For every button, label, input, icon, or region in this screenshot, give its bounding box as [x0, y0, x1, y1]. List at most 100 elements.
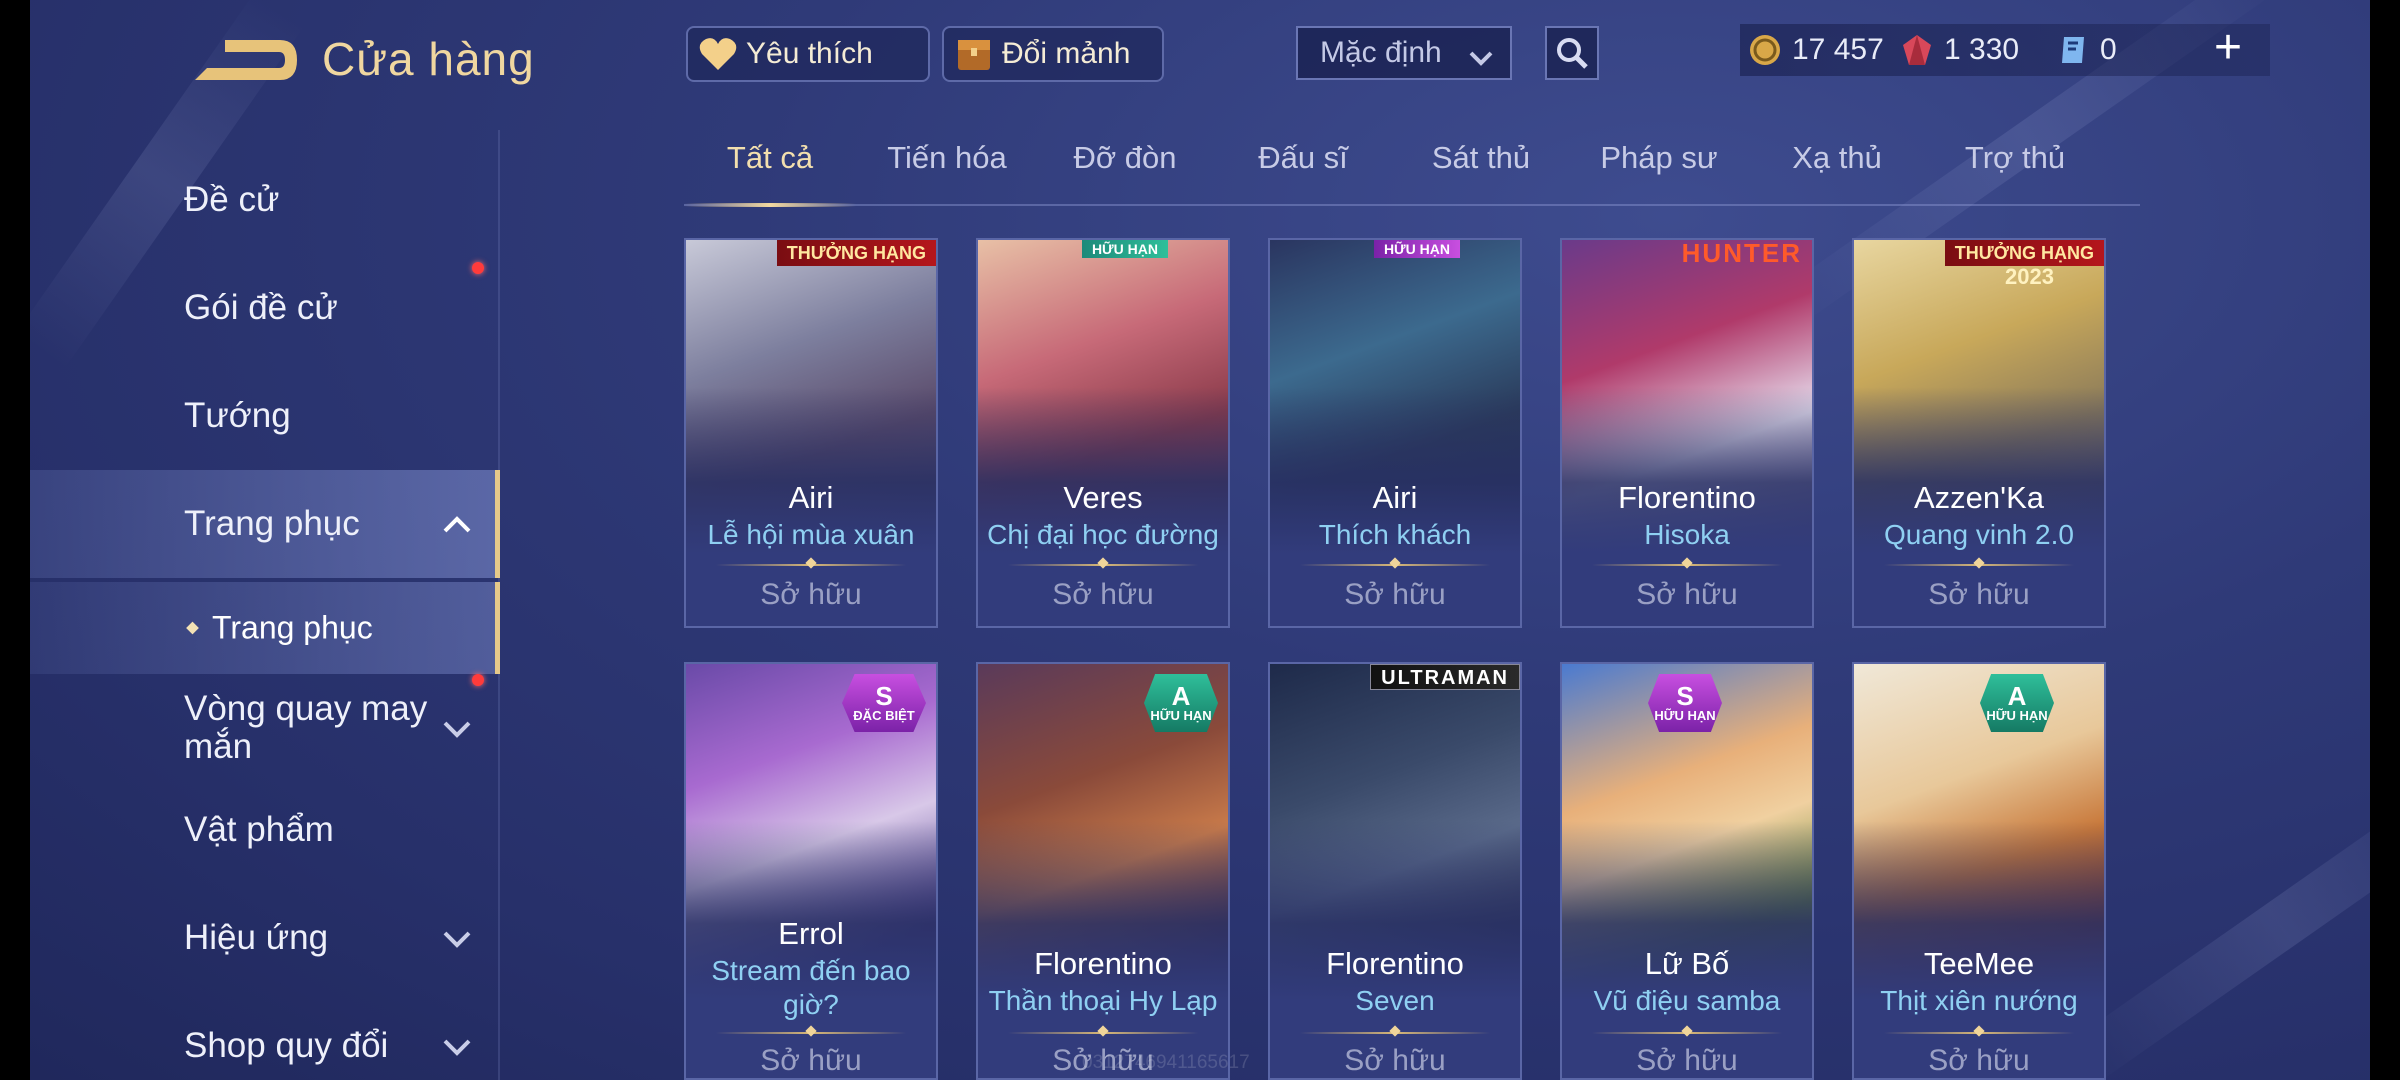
skin-name: Lễ hội mùa xuân — [707, 519, 915, 550]
sidebar-item-label: Hiệu ứng — [184, 918, 329, 957]
gold-value: 17 457 — [1792, 33, 1884, 66]
ownership-status: Sở hữu — [760, 578, 862, 611]
skin-card[interactable]: THƯỞNG HẠNG 2023 Azzen'Ka Quang vinh 2.0… — [1852, 238, 2106, 628]
tab-support[interactable]: Trợ thủ — [1930, 140, 2100, 204]
sidebar-item-featured[interactable]: Đề cử — [30, 146, 500, 254]
card-divider — [1300, 1032, 1490, 1034]
back-button[interactable] — [185, 30, 305, 90]
tab-label: Tiến hóa — [887, 140, 1007, 175]
skin-card[interactable]: HUNTER Florentino Hisoka Sở hữu — [1560, 238, 1814, 628]
rank-badge: A HỮU HẠN — [1980, 674, 2054, 732]
tab-evolution[interactable]: Tiến hóa — [862, 140, 1032, 204]
tab-mage[interactable]: Pháp sư — [1574, 140, 1744, 204]
search-icon — [1557, 38, 1588, 69]
hero-name: Florentino — [1326, 946, 1464, 981]
sidebar-item-label: Vòng quay may mắn — [184, 689, 428, 766]
voucher-value: 0 — [2100, 33, 2117, 66]
hero-name: Lữ Bố — [1644, 946, 1730, 981]
skin-name: Hisoka — [1644, 519, 1730, 550]
sort-dropdown[interactable]: Mặc định — [1296, 26, 1512, 80]
skin-card[interactable]: ULTRAMAN Florentino Seven Sở hữu — [1268, 662, 1522, 1080]
ownership-status: Sở hữu — [760, 1044, 862, 1077]
sidebar-item-exchange-shop[interactable]: Shop quy đổi — [30, 992, 500, 1080]
ownership-status: Sở hữu — [1636, 1044, 1738, 1077]
rank-label: HỮU HẠN — [1654, 708, 1716, 723]
rank-letter: A — [1171, 681, 1191, 711]
ruby-gem-icon — [1898, 31, 1936, 69]
tab-assassin[interactable]: Sát thủ — [1396, 140, 1566, 204]
skin-name: Thích khách — [1318, 519, 1472, 550]
ruby-value: 1 330 — [1944, 33, 2020, 66]
card-divider — [1592, 1032, 1782, 1034]
tab-label: Trợ thủ — [1964, 140, 2066, 175]
skin-year-tag: 2023 — [2005, 264, 2054, 289]
sidebar-item-effects[interactable]: Hiệu ứng — [30, 884, 500, 992]
sidebar-item-label: Tướng — [184, 396, 291, 435]
hero-name: Florentino — [1618, 480, 1756, 515]
left-bezel — [0, 0, 30, 1080]
sidebar-item-label: Trang phục — [184, 504, 360, 543]
hero-name: Airi — [788, 480, 834, 515]
tab-tank[interactable]: Đỡ đòn — [1040, 140, 1210, 204]
voucher-icon — [2054, 31, 2092, 69]
sidebar-subitem-skins[interactable]: Trang phục — [30, 582, 500, 674]
ruby-balance: 1 330 — [1898, 26, 2019, 74]
exchange-shards-button[interactable]: Đổi mảnh — [942, 26, 1164, 82]
tab-active-underline — [684, 203, 856, 207]
sidebar-item-items[interactable]: Vật phẩm — [30, 776, 500, 884]
search-button[interactable] — [1545, 26, 1599, 80]
rank-label: HỮU HẠN — [1150, 708, 1212, 723]
sidebar-item-skins[interactable]: Trang phục — [30, 470, 500, 578]
skin-name: Quang vinh 2.0 — [1884, 519, 2074, 550]
hero-name: Azzen'Ka — [1914, 480, 2044, 515]
skin-name: Thần thoại Hy Lạp — [988, 985, 1218, 1016]
light-streak — [2060, 761, 2370, 1080]
tab-label: Pháp sư — [1600, 140, 1718, 175]
sidebar-item-label: Gói đề cử — [184, 288, 338, 327]
ownership-status: Sở hữu — [1636, 578, 1738, 611]
skin-card[interactable]: A HỮU HẠN Florentino Thần thoại Hy Lạp S… — [976, 662, 1230, 1080]
skin-tag: ULTRAMAN — [1370, 664, 1520, 690]
tab-label: Sát thủ — [1431, 140, 1531, 175]
skin-card[interactable]: THƯỞNG HẠNG Airi Lễ hội mùa xuân Sở hữu — [684, 238, 938, 628]
ownership-status: Sở hữu — [1052, 578, 1154, 611]
skin-card[interactable]: HỮU HẠN Airi Thích khách Sở hữu — [1268, 238, 1522, 628]
skin-card[interactable]: S HỮU HẠN Lữ Bố Vũ điệu samba Sở hữu — [1560, 662, 1814, 1080]
tab-fighter[interactable]: Đấu sĩ — [1218, 140, 1388, 204]
sidebar: Đề cử Gói đề cử Tướng Trang phục Trang p… — [30, 130, 500, 1080]
favorites-button[interactable]: Yêu thích — [686, 26, 930, 82]
card-divider — [1884, 564, 2074, 566]
skin-name: Seven — [1355, 985, 1435, 1016]
rank-letter: A — [2007, 681, 2027, 711]
rank-letter: S — [875, 681, 893, 711]
add-currency-button[interactable]: + — [2202, 24, 2254, 76]
chest-icon — [952, 32, 996, 76]
watermark-id: 0312746941165617 — [1082, 1052, 1250, 1073]
rank-badge: S HỮU HẠN — [1648, 674, 1722, 732]
sidebar-item-featured-packs[interactable]: Gói đề cử — [30, 254, 500, 362]
sidebar-item-heroes[interactable]: Tướng — [30, 362, 500, 470]
tab-marksman[interactable]: Xạ thủ — [1752, 140, 1922, 204]
shop-screen: Cửa hàng Yêu thích Đổi mảnh Mặc định 17 … — [30, 0, 2370, 1080]
skin-card[interactable]: S ĐẶC BIỆT Errol Stream đến bao giờ? Sở … — [684, 662, 938, 1080]
back-arrow-icon — [195, 40, 297, 80]
chevron-down-icon — [442, 708, 472, 748]
exchange-label: Đổi mảnh — [1002, 37, 1131, 70]
chevron-up-icon — [442, 504, 472, 544]
skin-name: Thịt xiên nướng — [1880, 985, 2078, 1016]
tab-all[interactable]: Tất cả — [684, 140, 856, 207]
bullet-icon — [186, 621, 199, 635]
skin-tag: HỮU HẠN — [1373, 240, 1460, 258]
skin-card[interactable]: HỮU HẠN Veres Chị đại học đường Sở hữu — [976, 238, 1230, 628]
sidebar-item-label: Shop quy đổi — [184, 1026, 389, 1065]
tab-label: Đỡ đòn — [1073, 140, 1177, 175]
sidebar-subitem-label: Trang phục — [212, 609, 373, 646]
card-divider — [1884, 1032, 2074, 1034]
card-divider — [1300, 564, 1490, 566]
favorites-label: Yêu thích — [746, 37, 873, 70]
skin-card[interactable]: A HỮU HẠN TeeMee Thịt xiên nướng Sở hữu — [1852, 662, 2106, 1080]
ownership-status: Sở hữu — [1344, 578, 1446, 611]
hero-name: Errol — [778, 916, 844, 951]
sidebar-item-lucky-spin[interactable]: Vòng quay may mắn — [30, 674, 500, 782]
chevron-down-icon — [442, 1026, 472, 1066]
